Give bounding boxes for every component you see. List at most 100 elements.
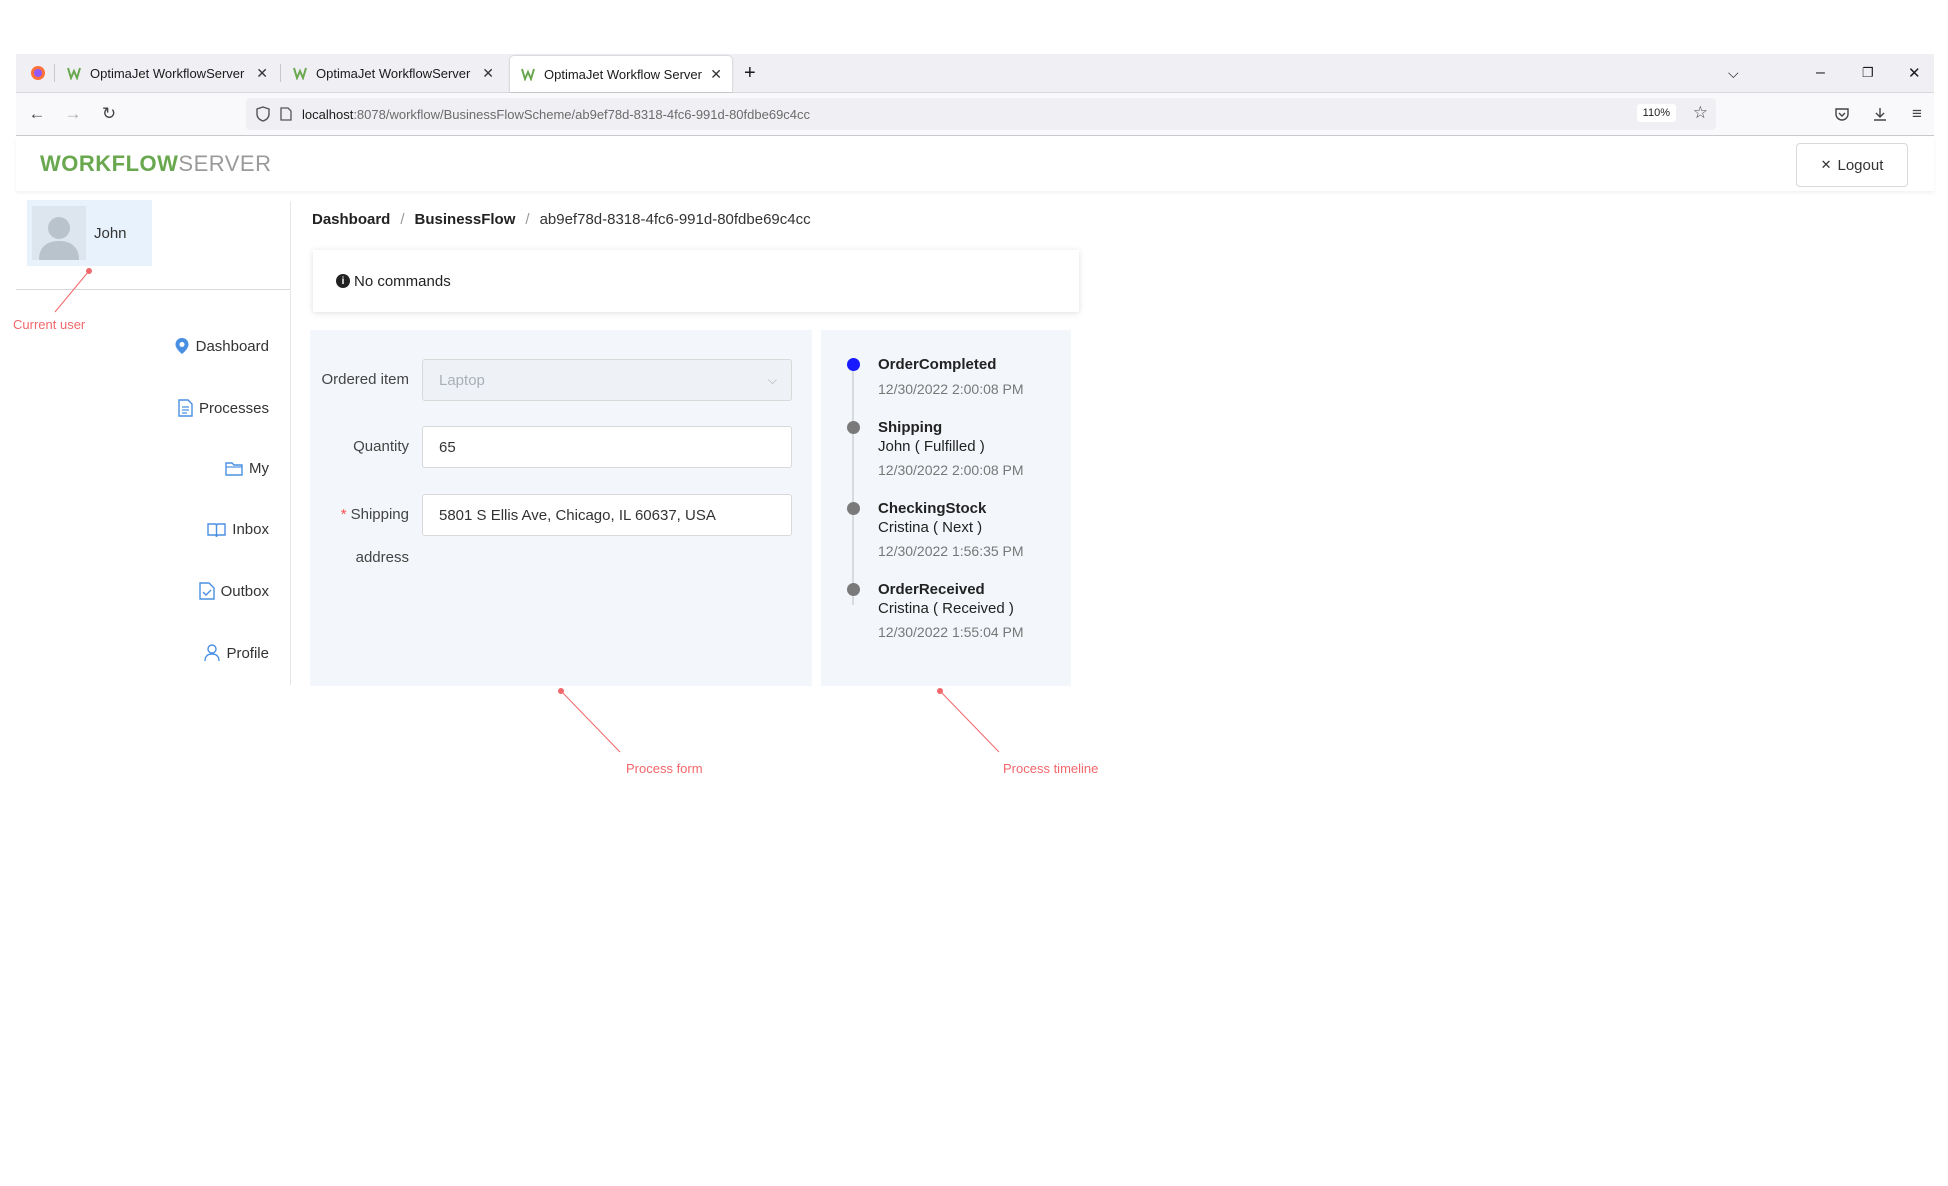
annotation-dot: [937, 688, 943, 694]
sidebar-item-label: Outbox: [220, 582, 269, 600]
shipping-address-value: 5801 S Ellis Ave, Chicago, IL 60637, USA: [439, 506, 716, 524]
tab-title: OptimaJet Workflow Server: [544, 66, 702, 82]
breadcrumb: Dashboard / BusinessFlow / ab9ef78d-8318…: [312, 211, 811, 228]
breadcrumb-item[interactable]: BusinessFlow: [415, 211, 516, 228]
zoom-level[interactable]: 110%: [1636, 104, 1676, 122]
hamburger-menu-icon[interactable]: ≡: [1906, 103, 1928, 125]
annotation-line: [560, 690, 621, 753]
shipping-address-input[interactable]: 5801 S Ellis Ave, Chicago, IL 60637, USA: [422, 494, 792, 536]
logout-label: Logout: [1837, 156, 1884, 174]
workflow-favicon-icon: [292, 65, 308, 81]
star-icon[interactable]: ☆: [1693, 103, 1708, 123]
timeline-date: 12/30/2022 1:56:35 PM: [878, 543, 1024, 559]
firefox-menu[interactable]: [20, 54, 45, 92]
commands-text: No commands: [354, 272, 451, 290]
browser-tab-bar: OptimaJet WorkflowServer ✕ OptimaJet Wor…: [16, 54, 1934, 93]
sidebar-item-label: Processes: [198, 399, 269, 417]
sidebar-item-label: Dashboard: [195, 337, 269, 355]
breadcrumb-item[interactable]: Dashboard: [312, 211, 390, 228]
reload-icon: ↻: [101, 104, 117, 123]
avatar: [32, 206, 86, 260]
user-name: John: [94, 224, 127, 242]
timeline-title: OrderReceived: [878, 581, 985, 598]
timeline-title: OrderCompleted: [878, 356, 997, 373]
shipping-address-label-line2: address: [355, 549, 409, 566]
sidebar-item-label: Profile: [226, 644, 269, 662]
reload-button[interactable]: ↻: [98, 103, 120, 125]
annotation-process-timeline: Process timeline: [1003, 761, 1099, 776]
browser-tab-active[interactable]: OptimaJet Workflow Server ✕: [510, 56, 732, 92]
folder-icon: [225, 461, 243, 476]
window-close-button[interactable]: ✕: [1908, 54, 1932, 92]
minimize-icon: –: [1816, 64, 1825, 81]
ordered-item-value: Laptop: [439, 371, 485, 389]
tab-title: OptimaJet WorkflowServer: [316, 65, 471, 81]
download-icon[interactable]: [1869, 103, 1891, 125]
close-icon[interactable]: ✕: [256, 65, 268, 82]
timeline-line: [852, 365, 854, 605]
url-bar[interactable]: localhost:8078/workflow/BusinessFlowSche…: [246, 98, 1716, 130]
back-button[interactable]: ←: [26, 103, 48, 125]
annotation-dot: [558, 688, 564, 694]
restore-button[interactable]: ❐: [1862, 54, 1886, 92]
sidebar-item-outbox[interactable]: Outbox: [198, 582, 269, 600]
chevron-down-icon: ⌵: [767, 373, 777, 387]
close-icon: ✕: [1820, 157, 1832, 172]
document-icon: [178, 399, 193, 417]
logout-button[interactable]: ✕ Logout: [1796, 143, 1908, 187]
sidebar-item-inbox[interactable]: Inbox: [207, 521, 269, 538]
sidebar-item-my[interactable]: My: [225, 460, 269, 477]
arrow-right-icon: →: [64, 104, 82, 123]
restore-icon: ❐: [1862, 65, 1874, 80]
close-icon[interactable]: ✕: [710, 66, 722, 83]
url-text: localhost:8078/workflow/BusinessFlowSche…: [302, 107, 810, 122]
sidebar-item-label: Inbox: [232, 521, 269, 538]
timeline-date: 12/30/2022 1:55:04 PM: [878, 624, 1024, 640]
tab-list-button[interactable]: ⌵: [1728, 54, 1752, 92]
timeline-subtitle: John ( Fulfilled ): [878, 438, 985, 455]
sidebar-item-processes[interactable]: Processes: [178, 399, 269, 417]
ordered-item-label: Ordered item: [321, 371, 409, 388]
firefox-icon: [30, 65, 46, 81]
timeline-title: CheckingStock: [878, 500, 987, 517]
timeline-dot: [847, 583, 860, 596]
url-path: :8078/workflow/BusinessFlowScheme/ab9ef7…: [353, 106, 811, 122]
url-host: localhost: [302, 106, 354, 122]
workflow-favicon-icon: [520, 66, 536, 82]
annotation-process-form: Process form: [626, 761, 703, 776]
user-icon: [204, 644, 221, 662]
timeline-subtitle: Cristina ( Next ): [878, 519, 983, 536]
forward-button[interactable]: →: [62, 103, 84, 125]
quantity-value: 65: [439, 438, 456, 456]
logo[interactable]: WORKFLOWSERVER: [40, 151, 271, 177]
browser-tab[interactable]: OptimaJet WorkflowServer ✕: [282, 54, 504, 92]
required-marker: *: [340, 506, 347, 523]
quantity-input[interactable]: 65: [422, 426, 792, 468]
tab-title: OptimaJet WorkflowServer: [90, 65, 245, 81]
sidebar-item-profile[interactable]: Profile: [204, 644, 269, 662]
timeline-dot-current: [847, 358, 860, 371]
minimize-button[interactable]: –: [1816, 54, 1840, 92]
shipping-address-label: * Shipping: [310, 506, 409, 523]
new-tab-button[interactable]: +: [744, 54, 774, 92]
current-user-card[interactable]: John: [27, 200, 152, 266]
annotation-dot: [86, 268, 92, 274]
timeline-dot: [847, 502, 860, 515]
pocket-icon[interactable]: [1831, 103, 1853, 125]
arrow-left-icon: ←: [28, 104, 46, 123]
close-icon[interactable]: ✕: [482, 65, 494, 82]
close-icon: ✕: [1908, 65, 1921, 82]
browser-tab[interactable]: OptimaJet WorkflowServer ✕: [56, 54, 278, 92]
workflow-favicon-icon: [66, 65, 82, 81]
commands-panel: i No commands: [313, 250, 1079, 312]
sidebar-item-dashboard[interactable]: Dashboard: [174, 337, 269, 355]
quantity-label: Quantity: [353, 438, 409, 455]
page-icon: [280, 107, 292, 121]
sidebar-item-label: My: [249, 460, 269, 477]
timeline-title: Shipping: [878, 419, 943, 436]
annotation-line: [54, 270, 90, 313]
book-icon: [207, 522, 226, 538]
browser-nav-bar: ← → ↻ localhost:8078/workflow/BusinessFl…: [16, 93, 1934, 136]
sidebar-border: [290, 201, 291, 685]
timeline-dot: [847, 421, 860, 434]
